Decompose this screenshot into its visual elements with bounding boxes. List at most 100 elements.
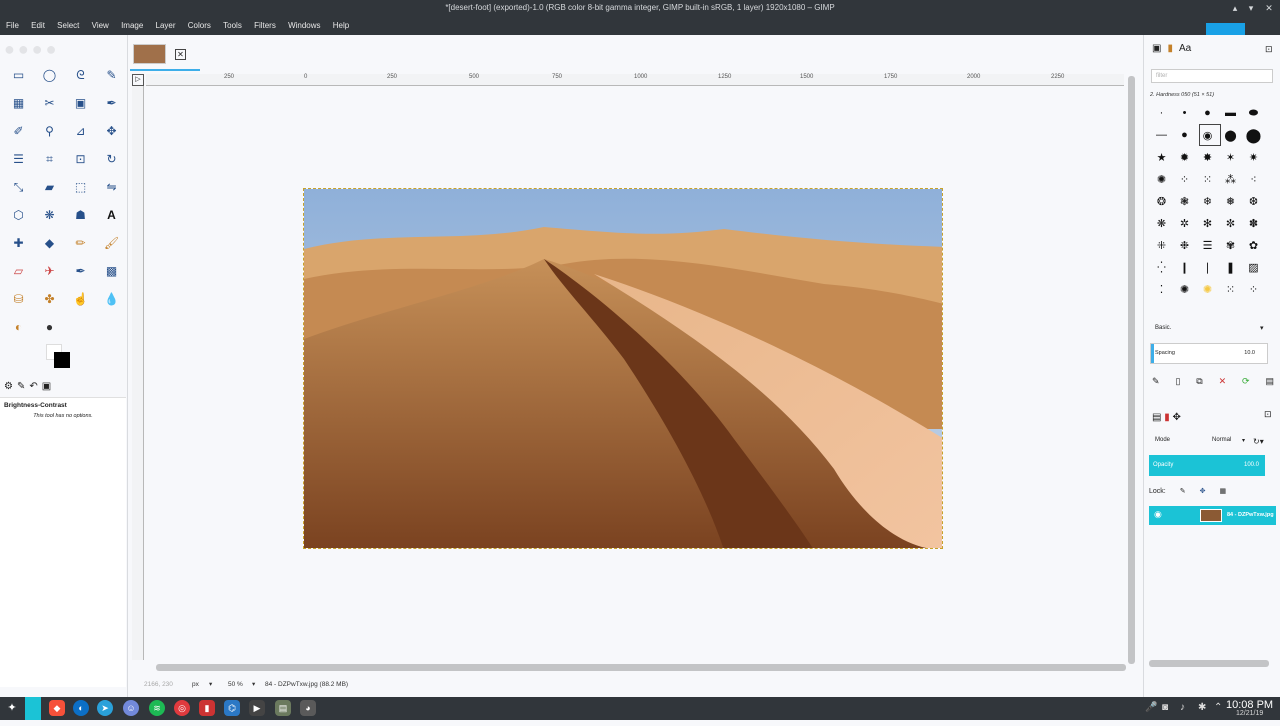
brush-item[interactable]: ● [1196, 102, 1219, 124]
brush-item[interactable]: · [1150, 102, 1173, 124]
brush-item[interactable]: • [1173, 102, 1196, 124]
scissors-select-icon[interactable]: ✂ [34, 89, 65, 117]
maximize-button[interactable]: ▾ [1242, 0, 1260, 16]
brushes-tab-icon[interactable]: ▣ [1152, 43, 1161, 54]
camera-icon[interactable]: ◙ [1162, 702, 1168, 713]
layers-horizontal-scrollbar[interactable] [1149, 660, 1269, 667]
menu-filters[interactable]: Filters [249, 16, 281, 35]
brave-browser-icon[interactable]: ◆ [49, 700, 65, 716]
airbrush-icon[interactable]: ✈ [34, 257, 65, 285]
tool-options-tab-icon[interactable]: ⚙ [4, 381, 13, 392]
image-tab-thumbnail[interactable] [133, 44, 166, 64]
brush-item[interactable]: ✺ [1196, 278, 1219, 300]
patterns-tab-icon[interactable]: ▮ [1167, 43, 1173, 54]
brush-item[interactable]: ▨ [1242, 256, 1265, 278]
zoom-dropdown-icon[interactable]: ▾ [252, 676, 255, 694]
zoom-icon[interactable]: ⚲ [34, 117, 65, 145]
microphone-icon[interactable]: 🎤 [1145, 702, 1157, 713]
smudge-icon[interactable]: ☝ [65, 285, 96, 313]
desert-image[interactable] [303, 188, 943, 549]
move-icon[interactable]: ✥ [96, 117, 127, 145]
lock-position-icon[interactable]: ✥ [1200, 487, 1206, 495]
brush-item[interactable]: ❄ [1196, 190, 1219, 212]
visibility-eye-icon[interactable]: ◉ [1154, 509, 1162, 520]
brush-item[interactable]: ❚ [1219, 256, 1242, 278]
undo-history-tab-icon[interactable]: ↶ [29, 381, 37, 392]
fonts-tab-icon[interactable]: Aa [1179, 43, 1191, 54]
blur-sharpen-icon[interactable]: 💧 [96, 285, 127, 313]
brush-item[interactable]: ⁘ [1242, 278, 1265, 300]
images-tab-icon[interactable]: ▣ [42, 381, 51, 392]
gradient-icon[interactable]: ● [34, 313, 65, 341]
opacity-slider[interactable]: Opacity 100.0 [1149, 455, 1265, 476]
menu-view[interactable]: View [87, 16, 114, 35]
mode-select[interactable]: Normal [1212, 437, 1231, 443]
shear-icon[interactable]: ▰ [34, 173, 65, 201]
foreground-color-swatch[interactable] [54, 352, 70, 368]
brush-item[interactable]: ❘ [1196, 256, 1219, 278]
menu-tools[interactable]: Tools [218, 16, 247, 35]
delete-brush-icon[interactable]: ✕ [1219, 376, 1227, 387]
bluetooth-icon[interactable]: ✱ [1198, 702, 1206, 713]
mypaint-brush-icon[interactable]: ▩ [96, 257, 127, 285]
brush-item[interactable]: ⁘ [1173, 168, 1196, 190]
text-icon[interactable]: A [96, 201, 127, 229]
brush-item[interactable]: ✾ [1219, 234, 1242, 256]
menu-windows[interactable]: Windows [283, 16, 325, 35]
brush-item[interactable]: ❆ [1242, 190, 1265, 212]
menu-layer[interactable]: Layer [151, 16, 181, 35]
brush-item[interactable]: ⁛ [1150, 256, 1173, 278]
new-brush-icon[interactable]: ▯ [1175, 376, 1180, 387]
perspective-icon[interactable]: ⬚ [65, 173, 96, 201]
layer-row[interactable]: ◉ 84 - DZPwTxw.jpg [1149, 506, 1276, 525]
warp-transform-icon[interactable]: ❋ [34, 201, 65, 229]
brush-item[interactable]: ⁂ [1219, 168, 1242, 190]
lock-alpha-icon[interactable]: ▦ [1219, 487, 1226, 495]
dodge-burn-icon[interactable]: ◐ [3, 313, 34, 341]
rotate-icon[interactable]: ↻ [96, 145, 127, 173]
perspective-clone-icon[interactable]: ✤ [34, 285, 65, 313]
color-select-icon[interactable]: ▦ [3, 89, 34, 117]
brush-item[interactable]: ✹ [1173, 146, 1196, 168]
horizontal-scrollbar[interactable] [156, 664, 1126, 671]
brush-item[interactable]: ✼ [1219, 212, 1242, 234]
gimp-taskbar-icon[interactable]: ◕ [300, 700, 316, 716]
brush-item[interactable]: ✻ [1196, 212, 1219, 234]
preset-dropdown-icon[interactable]: ▾ [1260, 324, 1264, 332]
eraser-icon[interactable]: ▱ [3, 257, 34, 285]
mode-switch-icon[interactable]: ↻▾ [1253, 437, 1264, 446]
volume-icon[interactable]: ♪ [1180, 702, 1185, 713]
dock-menu-icon[interactable]: ⊡ [1265, 44, 1273, 55]
bucket-fill-icon[interactable]: ◆ [34, 229, 65, 257]
pocket-casts-icon[interactable]: ◎ [174, 700, 190, 716]
spotify-icon[interactable]: ≋ [149, 700, 165, 716]
paintbrush-icon[interactable]: 🖌 [96, 229, 127, 257]
close-image-tab-icon[interactable]: ✕ [175, 49, 186, 60]
brush-item[interactable]: ⁖ [1242, 168, 1265, 190]
paths-tab-icon[interactable]: ✥ [1173, 412, 1181, 423]
measure-icon[interactable]: ⊿ [65, 117, 96, 145]
vscode-icon[interactable]: ⌬ [224, 700, 240, 716]
layers-dock-menu-icon[interactable]: ⊡ [1264, 409, 1272, 420]
brush-item[interactable]: ⁜ [1150, 234, 1173, 256]
refresh-brushes-icon[interactable]: ⟳ [1242, 376, 1250, 387]
menu-edit[interactable]: Edit [26, 16, 50, 35]
ink-icon[interactable]: ✒ [65, 257, 96, 285]
foreground-select-icon[interactable]: ▣ [65, 89, 96, 117]
align-icon[interactable]: ☰ [3, 145, 34, 173]
flip-icon[interactable]: ⇋ [96, 173, 127, 201]
menu-colors[interactable]: Colors [183, 16, 216, 35]
unit-select[interactable]: px [192, 676, 199, 694]
device-status-tab-icon[interactable]: ✎ [17, 381, 25, 392]
brush-item[interactable]: ❋ [1150, 212, 1173, 234]
mode-dropdown-icon[interactable]: ▾ [1242, 437, 1245, 444]
browser-icon[interactable]: ◐ [73, 700, 89, 716]
menu-file[interactable]: File [0, 16, 24, 35]
file-manager-icon[interactable]: ▤ [275, 700, 291, 716]
brush-item[interactable]: ☰ [1196, 234, 1219, 256]
unit-dropdown-icon[interactable]: ▾ [209, 676, 212, 694]
rect-select-icon[interactable]: ▭ [3, 61, 34, 89]
brush-preset-select[interactable]: Basic. [1155, 325, 1171, 331]
brush-item[interactable]: ❃ [1173, 190, 1196, 212]
scale-icon[interactable]: ⤡ [3, 173, 34, 201]
